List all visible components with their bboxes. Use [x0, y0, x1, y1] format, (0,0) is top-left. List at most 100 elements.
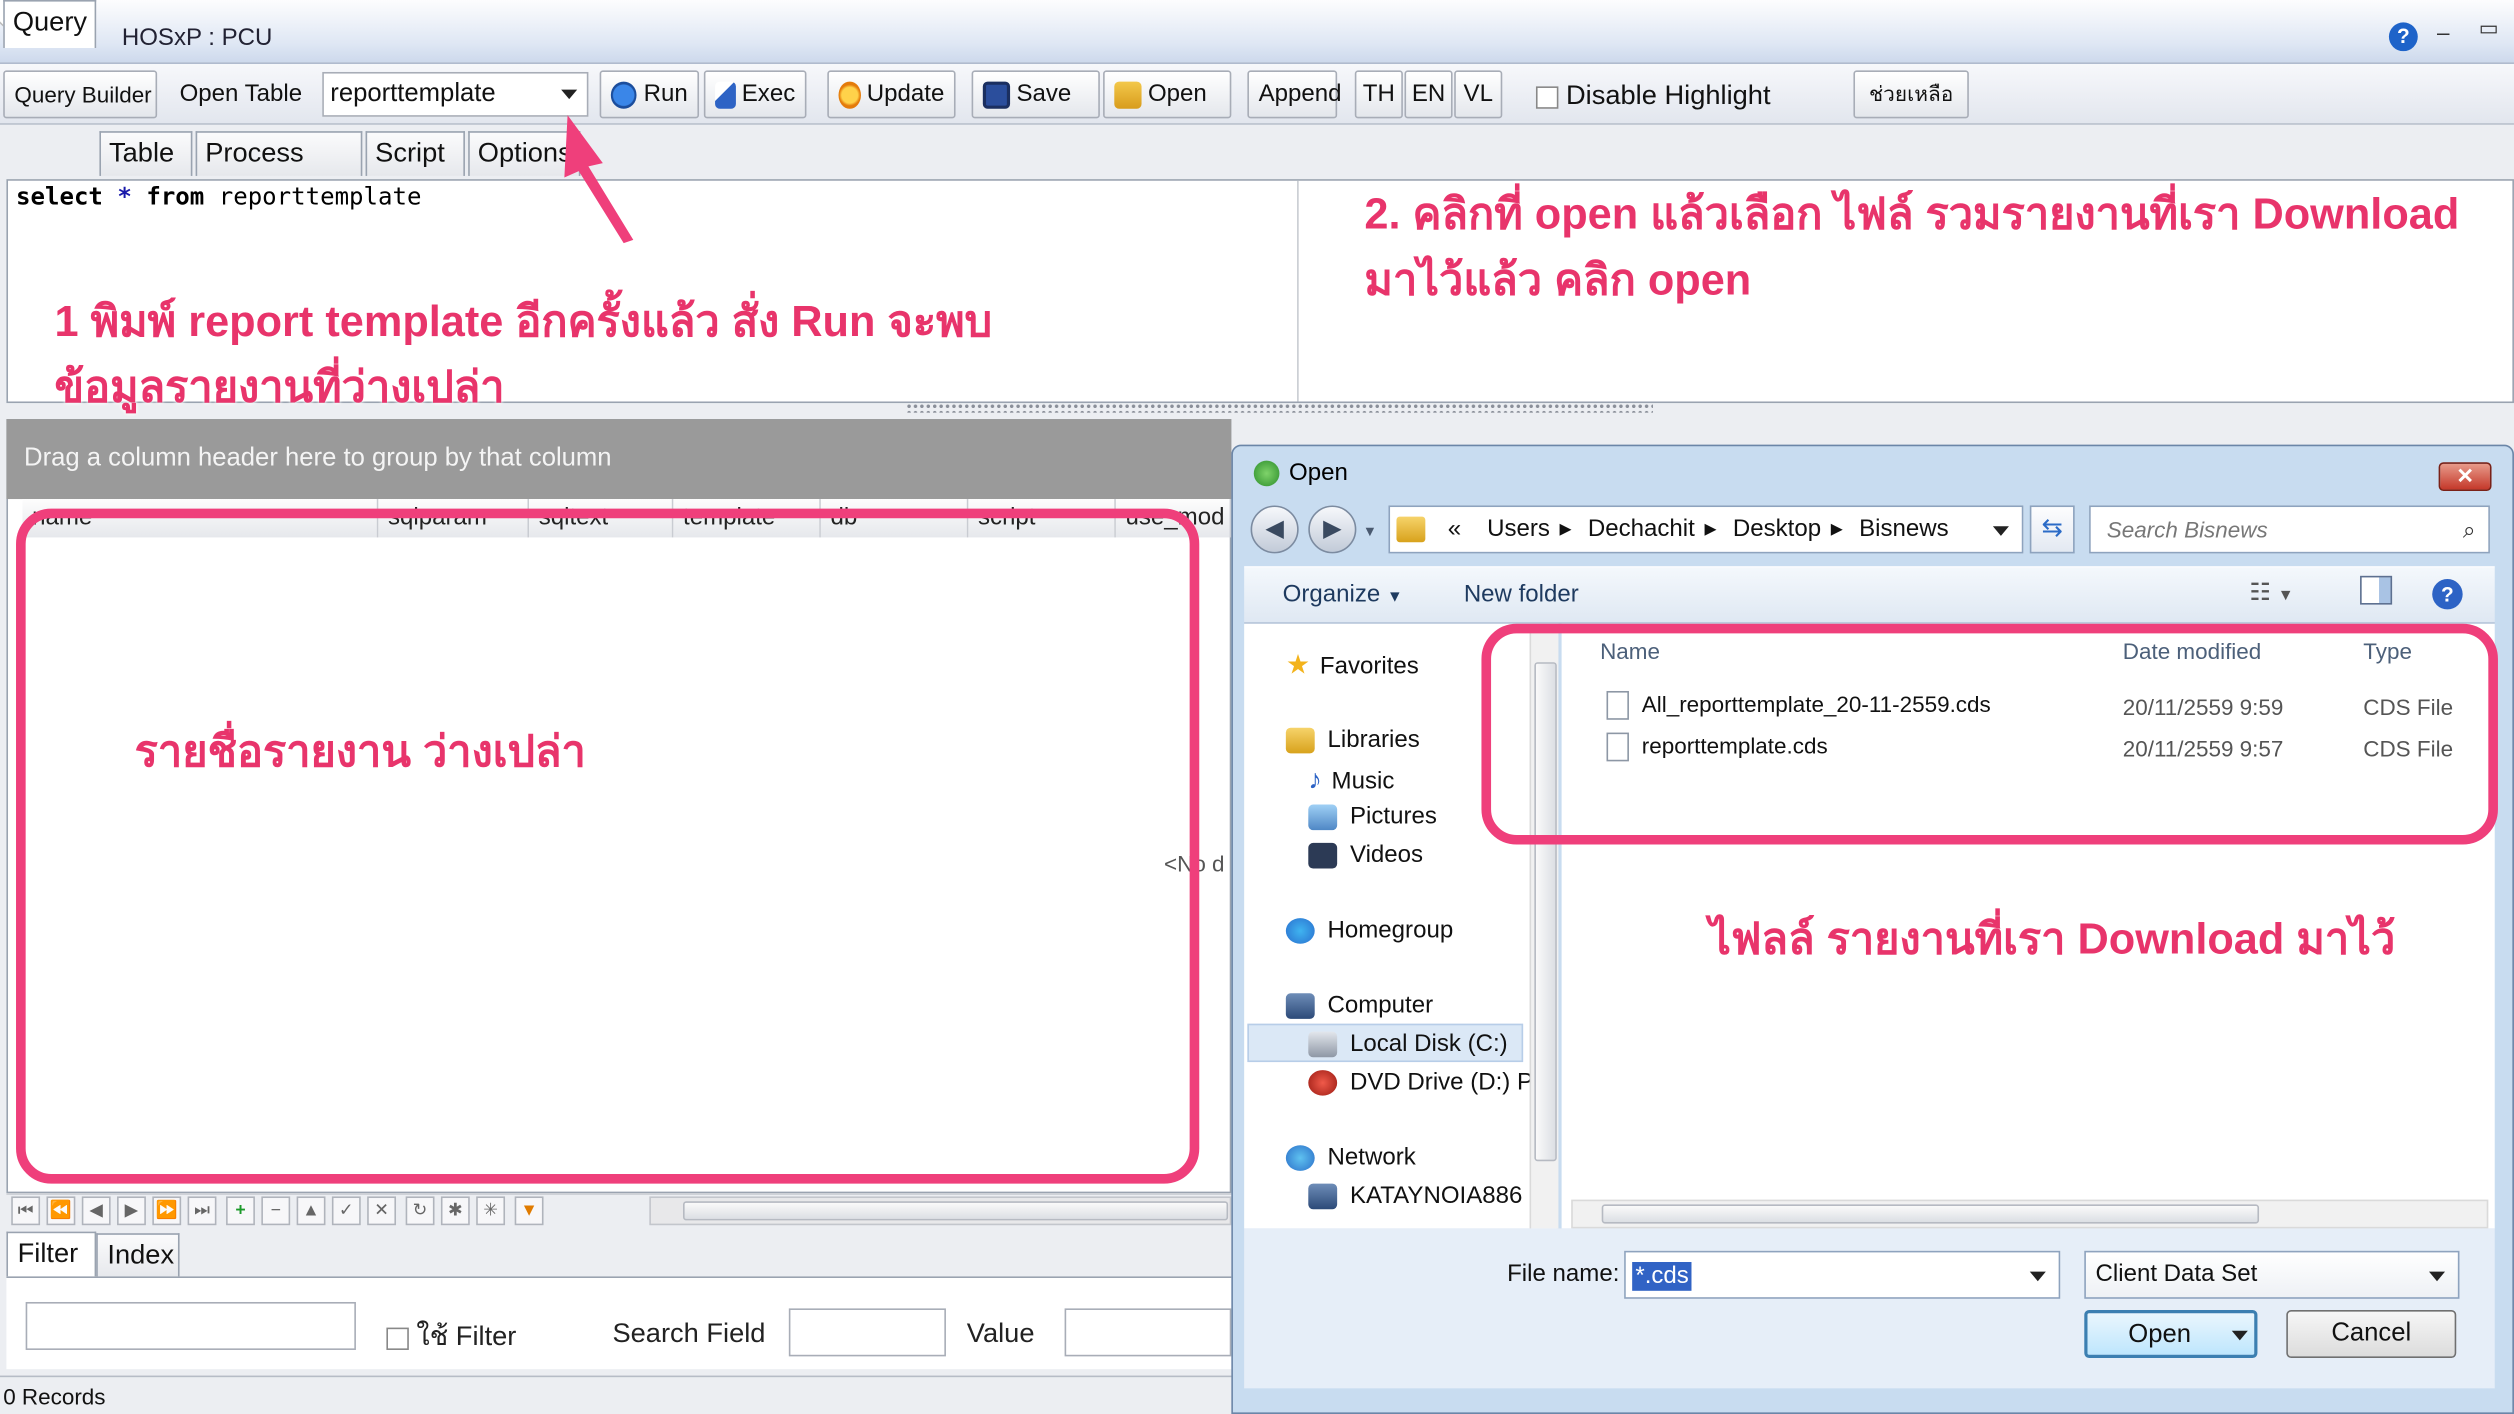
disable-highlight-option[interactable]: Disable Highlight — [1535, 80, 1771, 112]
app-title: HOSxP : PCU — [121, 23, 273, 52]
prev-icon[interactable]: ◀ — [81, 1196, 111, 1226]
back-icon[interactable]: ◀ — [1250, 505, 1299, 554]
highlight-box-grid — [16, 508, 1200, 1184]
breadcrumb-bisnews[interactable]: Bisnews — [1859, 515, 1949, 542]
preview-pane-icon[interactable] — [2360, 575, 2393, 605]
close-icon[interactable]: ✕ — [2438, 462, 2492, 492]
cancel-icon[interactable]: ✕ — [367, 1196, 397, 1226]
value-input[interactable] — [1064, 1308, 1232, 1357]
chevron-down-icon[interactable] — [561, 89, 578, 100]
chevron-down-icon[interactable] — [2231, 1330, 2248, 1341]
tab-process-list[interactable]: Process List — [195, 131, 363, 210]
highlight-box-files — [1481, 623, 2498, 845]
minimize-icon[interactable]: – — [2437, 19, 2450, 45]
th-button[interactable]: TH — [1354, 70, 1403, 119]
update-button[interactable]: Update — [827, 70, 956, 119]
value-label: Value — [966, 1317, 1035, 1349]
computer-icon — [1285, 993, 1315, 1019]
annotation-downloaded-files: ไฟลล์ รายงานที่เรา Download มาไว้ — [1709, 914, 2396, 963]
update-icon — [838, 80, 861, 108]
minus-icon[interactable]: − — [261, 1196, 291, 1226]
open-button[interactable]: Open — [1103, 70, 1232, 119]
refresh-icon[interactable]: ↻ — [405, 1196, 435, 1226]
bookmark-icon[interactable]: ✳ — [476, 1196, 506, 1226]
file-list-horizontal-scrollbar[interactable] — [1571, 1199, 2489, 1229]
breadcrumb-dechachit[interactable]: Dechachit — [1588, 515, 1695, 542]
search-field-input[interactable] — [788, 1308, 946, 1357]
disable-highlight-checkbox[interactable] — [1535, 85, 1559, 108]
group-panel[interactable]: Drag a column header here to group by th… — [6, 419, 1232, 500]
save-button[interactable]: Save — [971, 70, 1100, 119]
tab-index[interactable]: Index — [96, 1233, 180, 1279]
search-input[interactable]: Search Bisnews ⌕ — [2089, 505, 2490, 554]
splitter-handle[interactable] — [905, 403, 1654, 413]
organize-menu[interactable]: Organize ▼ — [1283, 581, 1403, 608]
videos-icon — [1308, 842, 1338, 869]
chevron-down-icon[interactable] — [1992, 526, 2009, 536]
network-icon — [1285, 1145, 1315, 1171]
folder-icon — [1396, 516, 1426, 543]
append-button[interactable]: Append — [1247, 70, 1342, 119]
nav-videos[interactable]: Videos — [1308, 841, 1423, 869]
tab-script[interactable]: Script — [365, 131, 465, 176]
new-folder-button[interactable]: New folder — [1464, 581, 1579, 608]
breadcrumb-desktop[interactable]: Desktop — [1733, 515, 1821, 542]
refresh-icon[interactable]: ⇆ — [2029, 505, 2075, 554]
use-filter-checkbox[interactable] — [386, 1326, 409, 1350]
restore-icon[interactable]: ▭ — [2479, 16, 2499, 42]
annotation-step1: 1 พิมพ์ report template อีกครั้งแล้ว สั่… — [54, 297, 993, 412]
use-filter-option[interactable]: ใช้ Filter — [386, 1315, 516, 1358]
nav-pictures[interactable]: Pictures — [1308, 803, 1437, 831]
breadcrumb-overflow[interactable]: « — [1448, 515, 1461, 542]
nav-homegroup[interactable]: Homegroup — [1285, 917, 1453, 944]
nav-network[interactable]: Network — [1285, 1144, 1416, 1171]
music-icon: ♪ — [1308, 764, 1322, 795]
up-icon[interactable]: ▲ — [296, 1196, 326, 1226]
forward-icon[interactable]: ▶ — [1308, 505, 1357, 554]
chevron-down-icon[interactable] — [2029, 1271, 2046, 1282]
nav-local-disk[interactable]: Local Disk (C:) — [1308, 1030, 1508, 1058]
tab-filter[interactable]: Filter — [6, 1231, 97, 1277]
file-name-input[interactable]: *.cds — [1624, 1250, 2061, 1299]
nav-dvd-drive[interactable]: DVD Drive (D:) Pa — [1308, 1068, 1546, 1096]
prev-page-icon[interactable]: ⏪ — [46, 1196, 76, 1226]
tab-query[interactable]: Query — [3, 0, 97, 48]
tab-table[interactable]: Table — [99, 131, 193, 176]
breadcrumb-users[interactable]: Users — [1487, 515, 1550, 542]
nav-network-computer[interactable]: KATAYNOIA886 — [1308, 1182, 1522, 1210]
en-button[interactable]: EN — [1404, 70, 1453, 119]
dvd-icon — [1308, 1070, 1338, 1096]
view-icon[interactable]: ☷ ▼ — [2249, 577, 2293, 606]
last-icon[interactable]: ⏭ — [187, 1196, 217, 1226]
nav-libraries[interactable]: Libraries — [1285, 726, 1420, 754]
file-type-select[interactable]: Client Data Set — [2084, 1250, 2460, 1299]
records-count: 0 Records — [3, 1383, 106, 1410]
first-icon[interactable]: ⏮ — [11, 1196, 41, 1226]
nav-music[interactable]: ♪ Music — [1308, 765, 1394, 797]
computer-icon — [1308, 1183, 1338, 1210]
help-icon[interactable]: ? — [2432, 579, 2463, 610]
next-page-icon[interactable]: ⏩ — [152, 1196, 182, 1226]
nav-favorites[interactable]: ★ Favorites — [1286, 649, 1419, 681]
plus-icon[interactable]: + — [226, 1196, 255, 1226]
grid-horizontal-scrollbar[interactable] — [649, 1196, 1232, 1226]
vl-button[interactable]: VL — [1454, 70, 1503, 119]
filter-icon[interactable]: ▼ — [514, 1196, 544, 1226]
help-icon[interactable]: ? — [2388, 22, 2418, 52]
open-table-label: Open Table — [179, 79, 303, 108]
address-bar[interactable]: « Users ▸ Dechachit ▸ Desktop ▸ Bisnews — [1388, 505, 2024, 554]
check-icon[interactable]: ✓ — [331, 1196, 361, 1226]
sql-text: select * from reporttemplate — [16, 182, 422, 212]
asterisk-icon[interactable]: ✱ — [440, 1196, 470, 1226]
dialog-open-button[interactable]: Open — [2084, 1309, 2258, 1358]
chevron-down-icon — [2428, 1271, 2446, 1282]
query-builder-button[interactable]: Query Builder — [3, 70, 158, 119]
dialog-toolbar — [1244, 566, 2495, 624]
filter-input[interactable] — [25, 1301, 356, 1350]
nav-computer[interactable]: Computer — [1285, 992, 1433, 1019]
exec-button[interactable]: Exec — [703, 70, 807, 119]
dialog-cancel-button[interactable]: Cancel — [2286, 1309, 2457, 1358]
history-chevron-icon[interactable]: ▼ — [1363, 523, 1377, 539]
next-icon[interactable]: ▶ — [117, 1196, 146, 1226]
help-button[interactable]: ช่วยเหลือ — [1853, 70, 1969, 119]
